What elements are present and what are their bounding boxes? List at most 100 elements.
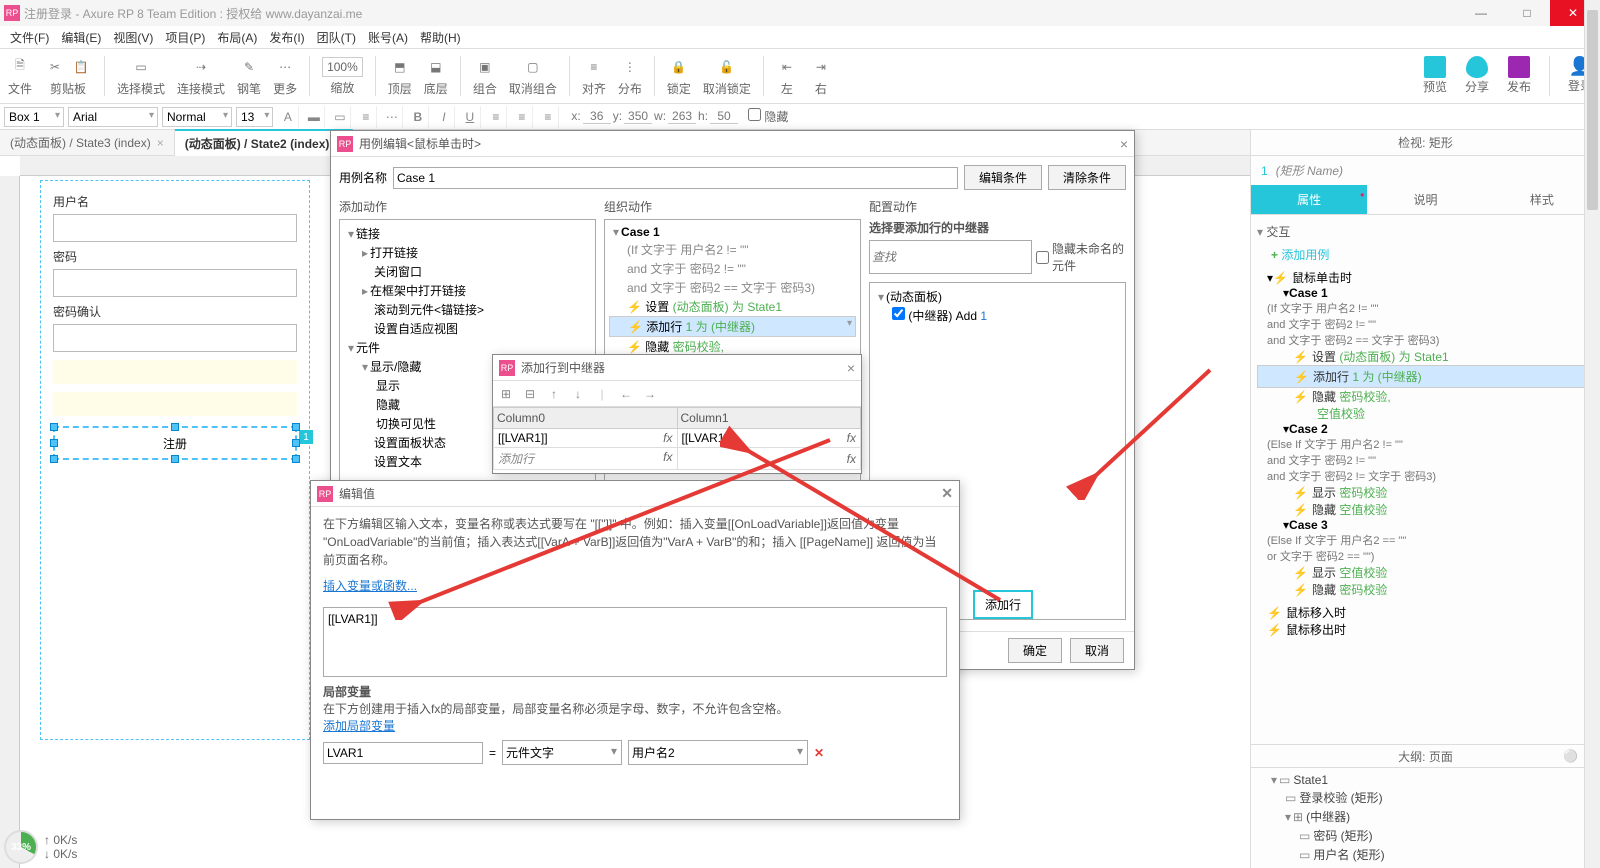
bold-icon[interactable]: B <box>407 106 429 128</box>
italic-icon[interactable]: I <box>433 106 455 128</box>
resize-handle[interactable] <box>50 455 58 463</box>
selected-addrow-action[interactable]: ⚡ 添加行 1 为 (中继器) <box>609 316 856 337</box>
col1-header[interactable]: Column1 <box>677 408 861 429</box>
group-icon[interactable]: ▣ <box>474 56 496 78</box>
ol-login[interactable]: ▭登录校验 (矩形) <box>1257 788 1594 807</box>
repeater-checkbox-row[interactable]: (中继器) Add 1 <box>874 306 1121 325</box>
clear-condition-button[interactable]: 清除条件 <box>1048 165 1126 190</box>
close-icon[interactable]: × <box>1120 136 1128 152</box>
fx-icon[interactable]: fx <box>847 431 856 445</box>
tab-state2[interactable]: (动态面板) / State2 (index)× <box>175 129 354 156</box>
tab-props[interactable]: 属性• <box>1251 185 1367 214</box>
section-interactions[interactable]: 交互 <box>1257 219 1594 244</box>
cell-0-1[interactable]: [[LVAR1]]fx <box>677 429 861 448</box>
menu-publish[interactable]: 发布(I) <box>263 29 310 46</box>
ol-pwd[interactable]: ▭密码 (矩形) <box>1257 826 1594 845</box>
delete-lvar-icon[interactable]: ✕ <box>814 746 824 760</box>
text-color-icon[interactable]: A <box>277 106 299 128</box>
ol-user[interactable]: ▭用户名 (矩形) <box>1257 845 1594 864</box>
distribute-icon[interactable]: ⋮ <box>619 56 641 78</box>
fx-icon[interactable]: fx <box>663 431 672 445</box>
cancel-button[interactable]: 取消 <box>1070 638 1124 663</box>
resize-handle[interactable] <box>50 439 58 447</box>
new-file-icon[interactable]: 🗎 <box>9 56 31 78</box>
case1-node[interactable]: ▾Case 1 <box>1257 286 1594 300</box>
coord-x[interactable]: 36 <box>583 109 611 124</box>
coord-w[interactable]: 263 <box>668 109 696 124</box>
menu-help[interactable]: 帮助(H) <box>414 29 467 46</box>
ol-repeater[interactable]: ▾⊞(中继器) <box>1257 807 1594 826</box>
event-click[interactable]: ▾⚡鼠标单击时 <box>1257 269 1594 286</box>
value-textarea[interactable]: [[LVAR1]] <box>323 607 947 677</box>
add-row-button[interactable]: 添加行 <box>973 590 1033 619</box>
maximize-button[interactable]: □ <box>1504 0 1550 26</box>
action-add-row[interactable]: ⚡添加行 1 为 (中继器) <box>1257 365 1594 388</box>
align-right-icon[interactable]: ⇥ <box>810 56 832 78</box>
coord-h[interactable]: 50 <box>710 109 738 124</box>
menu-view[interactable]: 视图(V) <box>107 29 159 46</box>
cell-0-0[interactable]: [[LVAR1]]fx <box>494 429 678 448</box>
ol-state1[interactable]: ▾▭State1 <box>1257 772 1594 788</box>
fontsize-select[interactable]: 13 <box>236 107 273 127</box>
minimize-button[interactable]: — <box>1458 0 1504 26</box>
publish-button[interactable]: 发布 <box>1507 56 1531 96</box>
lvar-target-select[interactable]: 用户名2 <box>628 740 808 765</box>
resize-handle[interactable] <box>171 423 179 431</box>
connect-mode-icon[interactable]: ⇢ <box>190 56 212 78</box>
input-username[interactable] <box>53 214 297 242</box>
select-mode-icon[interactable]: ▭ <box>130 56 152 78</box>
event-mousein[interactable]: ⚡鼠标移入时 <box>1257 604 1594 621</box>
widget-name-row[interactable]: 1(矩形 Name) <box>1251 156 1600 185</box>
filter-icon[interactable]: ⚪ <box>1563 749 1578 763</box>
action-hide[interactable]: ⚡隐藏 密码校验, <box>1257 388 1594 405</box>
bring-front-icon[interactable]: ⬒ <box>389 56 411 78</box>
menu-arrange[interactable]: 布局(A) <box>211 29 263 46</box>
align-left-text-icon[interactable]: ≡ <box>485 106 507 128</box>
close-icon[interactable]: × <box>847 360 855 376</box>
event-mouseout[interactable]: ⚡鼠标移出时 <box>1257 621 1594 638</box>
tab-state3[interactable]: (动态面板) / State3 (index)× <box>0 130 175 155</box>
addrow-insert-icon[interactable]: ⊞ <box>497 385 515 403</box>
lvar-name-input[interactable] <box>323 742 483 764</box>
resize-handle[interactable] <box>292 455 300 463</box>
resize-handle[interactable] <box>292 423 300 431</box>
menu-edit[interactable]: 编辑(E) <box>55 29 107 46</box>
copy-icon[interactable]: 📋 <box>70 56 92 78</box>
register-button[interactable]: 注册 1 <box>53 426 297 460</box>
addrow-up-icon[interactable]: ↑ <box>545 385 563 403</box>
case2-node[interactable]: ▾Case 2 <box>1257 422 1594 436</box>
config-search-input[interactable] <box>869 240 1032 274</box>
addrow-down-icon[interactable]: ↓ <box>569 385 587 403</box>
line-style-icon[interactable]: ⋯ <box>381 106 403 128</box>
ok-button[interactable]: 确定 <box>1008 638 1062 663</box>
share-button[interactable]: 分享 <box>1465 56 1489 96</box>
resize-handle[interactable] <box>50 423 58 431</box>
line-width-icon[interactable]: ≡ <box>355 106 377 128</box>
zoom-select[interactable]: 100% <box>322 57 363 77</box>
insert-var-link[interactable]: 插入变量或函数... <box>323 579 417 593</box>
border-color-icon[interactable]: ▭ <box>329 106 351 128</box>
case3-node[interactable]: ▾Case 3 <box>1257 518 1594 532</box>
action-set-panel[interactable]: ⚡设置 (动态面板) 为 State1 <box>1257 348 1594 365</box>
menu-account[interactable]: 账号(A) <box>362 29 414 46</box>
inspector-scrollbar[interactable] <box>1584 0 1600 868</box>
tab-notes[interactable]: 说明 <box>1367 185 1483 214</box>
resize-handle[interactable] <box>171 455 179 463</box>
col0-header[interactable]: Column0 <box>494 408 678 429</box>
input-password[interactable] <box>53 269 297 297</box>
input-password-confirm[interactable] <box>53 324 297 352</box>
addrow-right-icon[interactable]: → <box>641 385 659 403</box>
ungroup-icon[interactable]: ▢ <box>522 56 544 78</box>
menu-file[interactable]: 文件(F) <box>4 29 55 46</box>
lvar-type-select[interactable]: 元件文字 <box>502 740 622 765</box>
menu-project[interactable]: 项目(P) <box>159 29 211 46</box>
addrow-left-icon[interactable]: ← <box>617 385 635 403</box>
fill-color-icon[interactable]: ▬ <box>303 106 325 128</box>
send-back-icon[interactable]: ⬓ <box>425 56 447 78</box>
more-icon[interactable]: ⋯ <box>274 56 296 78</box>
widget-select[interactable]: Box 1 <box>4 107 64 127</box>
unlock-icon[interactable]: 🔓 <box>716 56 738 78</box>
menu-team[interactable]: 团队(T) <box>311 29 362 46</box>
font-select[interactable]: Arial <box>68 107 158 127</box>
fx-icon[interactable]: fx <box>663 450 672 464</box>
